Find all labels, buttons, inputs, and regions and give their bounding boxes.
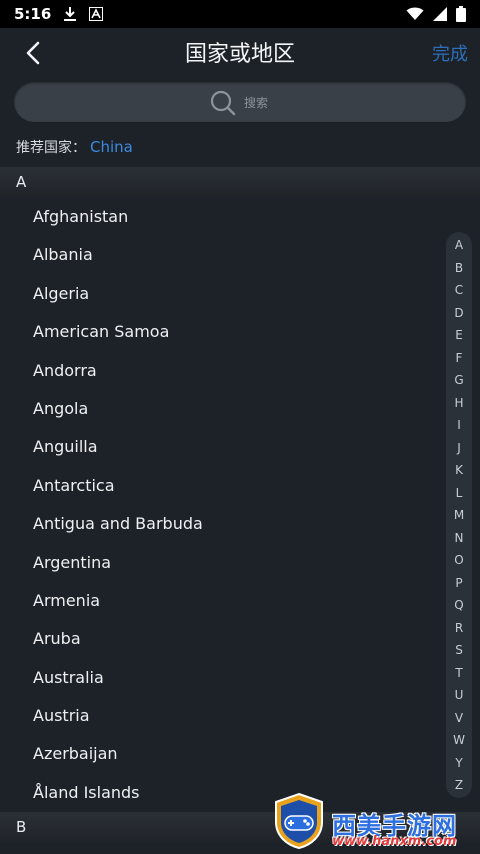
index-letter-s[interactable]: S [455,643,463,657]
country-item-anguilla[interactable]: Anguilla [0,428,440,466]
index-letter-q[interactable]: Q [454,598,463,612]
country-item-afghanistan[interactable]: Afghanistan [0,198,440,236]
index-letter-j[interactable]: J [457,441,461,455]
index-letter-k[interactable]: K [455,463,463,477]
section-header-a: A [0,167,480,197]
app-notification-icon [89,7,104,21]
alphabet-index[interactable]: A B C D E F G H I J K L M N O P Q R S T … [446,232,472,798]
index-letter-n[interactable]: N [455,531,464,545]
index-letter-r[interactable]: R [455,621,463,635]
country-item-angola[interactable]: Angola [0,390,440,428]
country-list: Afghanistan Albania Algeria American Sam… [0,198,440,812]
status-bar: 5:16 [0,0,480,28]
search-input[interactable] [242,82,446,124]
page-title: 国家或地区 [184,42,295,67]
country-item-albania[interactable]: Albania [0,236,440,274]
index-letter-b[interactable]: B [455,261,463,275]
country-item-antigua-and-barbuda[interactable]: Antigua and Barbuda [0,505,440,543]
country-item-australia[interactable]: Australia [0,659,440,697]
country-item-antarctica[interactable]: Antarctica [0,467,440,505]
watermark: 西美手游网 www.hanxm.com [270,790,480,852]
country-item-american-samoa[interactable]: American Samoa [0,313,440,351]
wifi-icon [406,7,424,25]
recommended-country: 推荐国家： China [16,137,133,157]
index-letter-f[interactable]: F [456,351,463,365]
index-letter-g[interactable]: G [454,373,463,387]
header: 国家或地区 完成 [0,28,480,76]
index-letter-o[interactable]: O [454,553,463,567]
index-letter-i[interactable]: I [457,418,461,432]
index-letter-v[interactable]: V [455,711,463,725]
index-letter-a[interactable]: A [455,238,463,252]
index-letter-l[interactable]: L [456,486,463,500]
index-letter-p[interactable]: P [455,576,462,590]
index-letter-y[interactable]: Y [455,756,462,770]
watermark-url: www.hanxm.com [332,834,457,849]
signal-icon [432,7,448,25]
country-item-armenia[interactable]: Armenia [0,582,440,620]
index-letter-t[interactable]: T [455,666,462,680]
recommended-label: 推荐国家： [16,140,86,156]
search-bar[interactable] [14,82,466,124]
done-button[interactable]: 完成 [432,40,468,66]
index-letter-w[interactable]: W [453,733,465,747]
index-letter-c[interactable]: C [455,283,463,297]
index-letter-e[interactable]: E [455,328,463,342]
index-letter-h[interactable]: H [454,396,463,410]
gamepad-shield-icon [270,792,328,854]
country-item-algeria[interactable]: Algeria [0,275,440,313]
index-letter-d[interactable]: D [454,306,463,320]
download-icon [63,6,77,22]
index-letter-u[interactable]: U [455,688,464,702]
search-icon [210,90,236,116]
recommended-country-link[interactable]: China [90,138,133,156]
index-letter-m[interactable]: M [454,508,464,522]
country-item-aruba[interactable]: Aruba [0,620,440,658]
country-item-austria[interactable]: Austria [0,697,440,735]
country-item-andorra[interactable]: Andorra [0,352,440,390]
status-time: 5:16 [14,5,52,23]
country-item-azerbaijan[interactable]: Azerbaijan [0,735,440,773]
battery-icon [456,6,466,26]
country-item-argentina[interactable]: Argentina [0,544,440,582]
